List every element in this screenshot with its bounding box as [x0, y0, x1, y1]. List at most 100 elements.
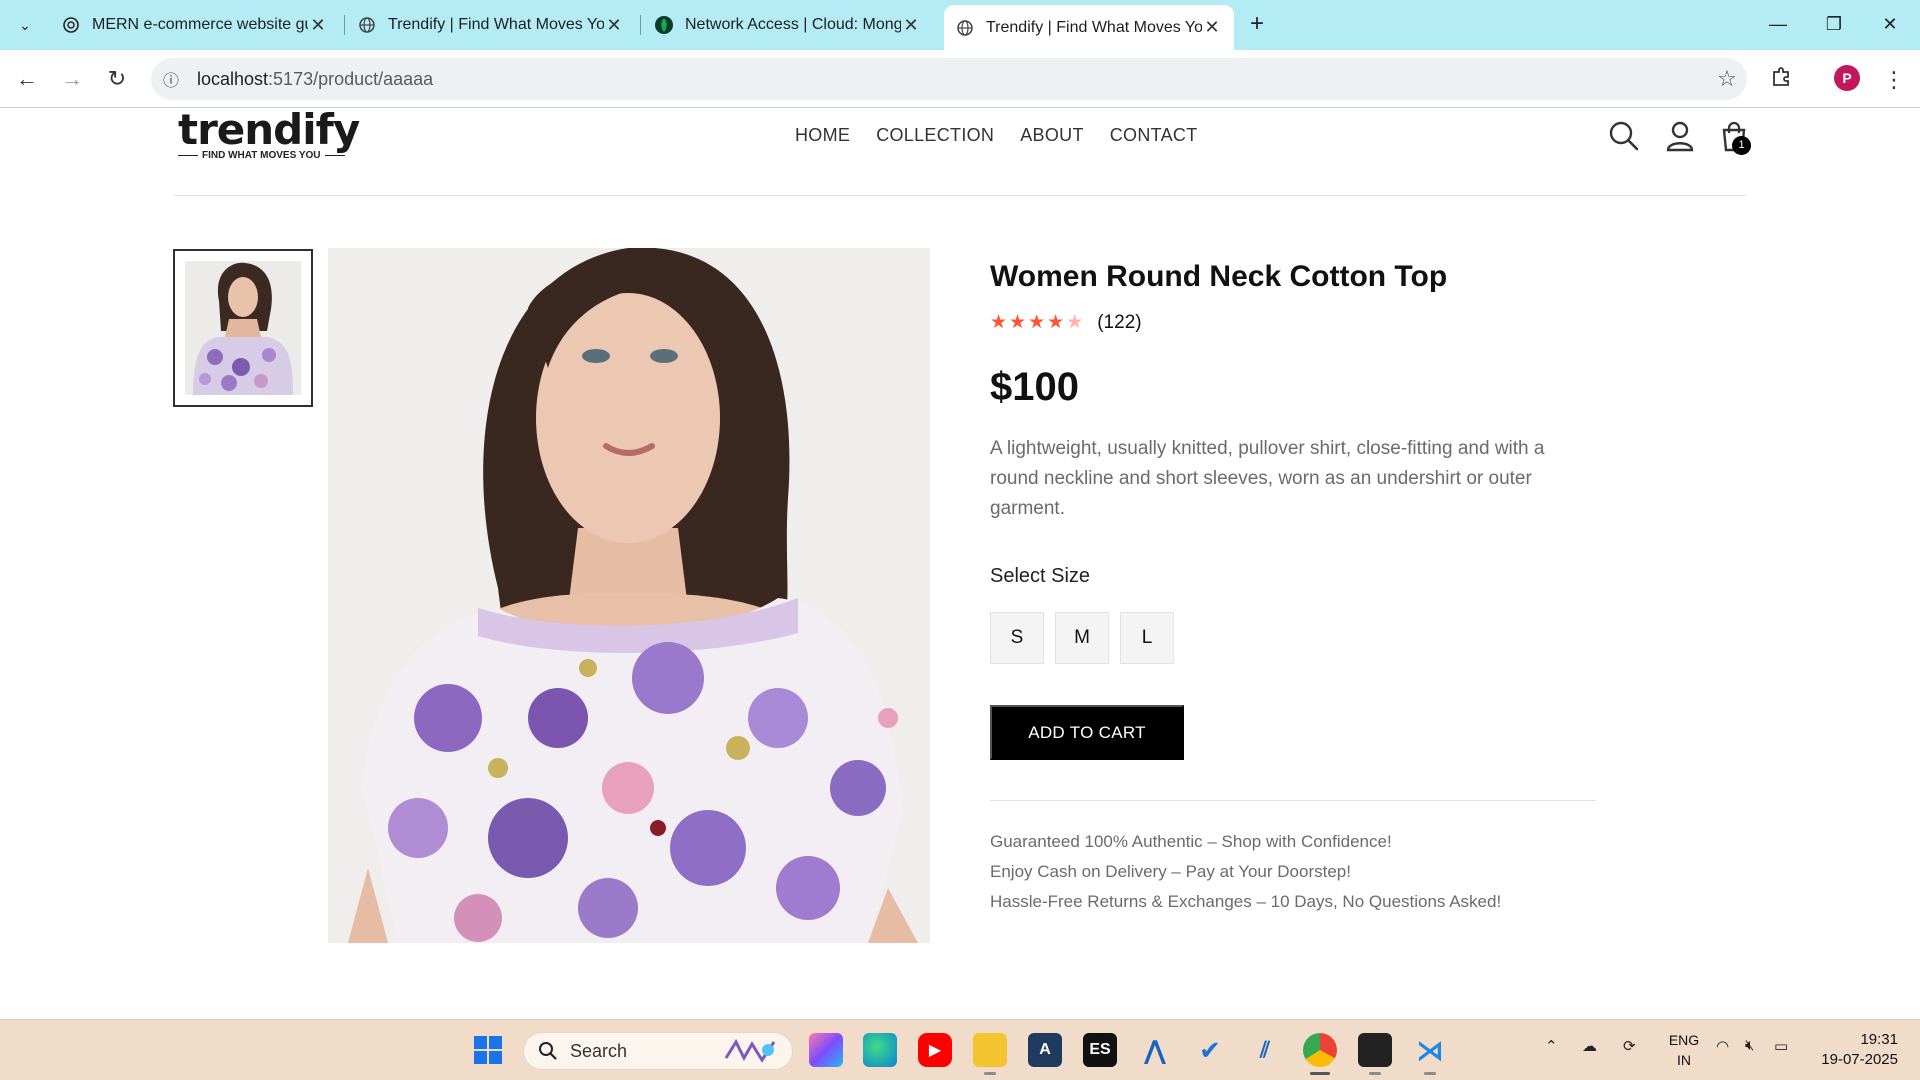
perk-returns: Hassle-Free Returns & Exchanges – 10 Day…: [990, 892, 1502, 911]
site-info-icon[interactable]: ⓘ: [151, 67, 191, 91]
select-size-label: Select Size: [990, 565, 1091, 587]
taskbar-search[interactable]: Search: [523, 1032, 793, 1070]
size-option-s[interactable]: S: [990, 612, 1044, 664]
profile-avatar[interactable]: P: [1834, 65, 1860, 91]
battery-icon[interactable]: ▭: [1774, 1037, 1788, 1055]
rating-count: (122): [1097, 312, 1142, 333]
tab-3[interactable]: Network Access | Cloud: Mongo ✕: [643, 5, 933, 45]
thumbnail-image: [185, 261, 301, 395]
tagline-line: [324, 155, 345, 156]
address-bar[interactable]: ⓘ localhost:5173/product/aaaaa ☆: [151, 58, 1747, 100]
windows-taskbar: Search ▶ A ES ⋀ ✔ ⫽ ⋊ ⌃ ☁ ⟳ ENG IN ◠ 🔇︎ …: [0, 1019, 1920, 1080]
system-clock[interactable]: 19:31 19-07-2025: [1812, 1030, 1898, 1070]
edge-browser-icon[interactable]: [863, 1033, 897, 1067]
star-filled-icon: ★: [1028, 312, 1046, 333]
restore-icon[interactable]: ❐: [1806, 6, 1862, 42]
close-tab-icon[interactable]: ✕: [901, 15, 921, 36]
file-explorer-icon[interactable]: [973, 1033, 1007, 1067]
product-main-image: [328, 248, 930, 943]
running-indicator: [1369, 1072, 1381, 1075]
browser-tab-bar: ⌄ MERN e-commerce website gui ✕ Trendify…: [0, 0, 1920, 50]
tab-title: MERN e-commerce website gui: [92, 16, 308, 33]
tab-title: Trendify | Find What Moves You: [986, 18, 1202, 36]
nav-about[interactable]: ABOUT: [1020, 125, 1084, 146]
logo-tagline: FIND WHAT MOVES YOU: [202, 150, 321, 161]
product-rating: ★ ★ ★ ★ ★ (122): [990, 312, 1142, 334]
close-tab-icon[interactable]: ✕: [308, 15, 328, 36]
star-filled-icon: ★: [990, 312, 1008, 333]
onedrive-cloud-icon[interactable]: ☁: [1582, 1037, 1597, 1055]
chrome-browser-icon[interactable]: [1303, 1033, 1337, 1067]
nav-collection[interactable]: COLLECTION: [876, 125, 994, 146]
globe-icon: [956, 19, 974, 37]
perk-authentic: Guaranteed 100% Authentic – Shop with Co…: [990, 832, 1392, 851]
youtube-icon[interactable]: ▶: [918, 1033, 952, 1067]
reload-icon[interactable]: ↻: [100, 62, 134, 96]
product-title: Women Round Neck Cotton Top: [990, 260, 1448, 293]
tab-4-active[interactable]: Trendify | Find What Moves You ✕: [944, 5, 1234, 50]
url-path: :5173/product/aaaaa: [268, 68, 434, 89]
app-check-icon[interactable]: ✔: [1193, 1033, 1227, 1067]
star-filled-icon: ★: [1009, 312, 1027, 333]
input-language[interactable]: ENG IN: [1664, 1030, 1704, 1070]
language-code: ENG: [1668, 1032, 1700, 1048]
minimize-icon[interactable]: —: [1750, 6, 1806, 42]
forward-arrow-icon[interactable]: →: [55, 62, 89, 96]
wifi-icon[interactable]: ◠: [1716, 1037, 1729, 1055]
tab-1[interactable]: MERN e-commerce website gui ✕: [50, 5, 340, 45]
tab-separator: [344, 15, 345, 35]
url-host: localhost: [197, 68, 269, 89]
extensions-puzzle-icon[interactable]: [1766, 64, 1798, 96]
search-icon[interactable]: [1608, 120, 1640, 152]
header-divider: [173, 195, 1747, 196]
more-menu-icon[interactable]: ⋮: [1878, 64, 1910, 96]
app-chart-icon[interactable]: ⫽: [1248, 1033, 1282, 1067]
app-arrow-icon[interactable]: ⋀: [1138, 1033, 1172, 1067]
add-to-cart-button[interactable]: ADD TO CART: [990, 705, 1184, 760]
product-price: $100: [990, 365, 1079, 409]
speaker-muted-icon[interactable]: 🔇︎: [1745, 1037, 1754, 1054]
search-highlight-icon: [724, 1038, 776, 1063]
size-option-m[interactable]: M: [1055, 612, 1109, 664]
logo-wordmark: trendify: [178, 108, 360, 154]
running-indicator: [1310, 1072, 1330, 1075]
mongodb-leaf-icon: [655, 16, 673, 34]
sync-icon[interactable]: ⟳: [1623, 1037, 1636, 1055]
back-arrow-icon[interactable]: ←: [10, 62, 44, 96]
details-divider: [990, 800, 1596, 801]
close-window-icon[interactable]: ✕: [1862, 6, 1918, 42]
size-option-l[interactable]: L: [1120, 612, 1174, 664]
vscode-icon[interactable]: ⋊: [1413, 1033, 1447, 1067]
taskbar-search-label: Search: [570, 1040, 628, 1061]
site-logo[interactable]: trendify FIND WHAT MOVES YOU: [178, 108, 360, 161]
show-hidden-icons-chevron-icon[interactable]: ⌃: [1545, 1037, 1558, 1055]
running-indicator: [1424, 1072, 1436, 1075]
nav-home[interactable]: HOME: [795, 125, 850, 146]
nav-contact[interactable]: CONTACT: [1110, 125, 1198, 146]
product-perks: Guaranteed 100% Authentic – Shop with Co…: [990, 827, 1501, 917]
browser-toolbar: ← → ↻ ⓘ localhost:5173/product/aaaaa ☆ ⋮: [0, 50, 1920, 108]
tab-separator: [640, 15, 641, 35]
globe-icon: [358, 16, 376, 34]
close-tab-icon[interactable]: ✕: [604, 15, 624, 36]
tab-title: Network Access | Cloud: Mongo: [685, 16, 901, 33]
tagline-line: [178, 155, 198, 156]
running-indicator: [984, 1072, 996, 1075]
windows-start-icon[interactable]: [471, 1033, 505, 1067]
perk-cod: Enjoy Cash on Delivery – Pay at Your Doo…: [990, 862, 1351, 881]
app-icon-dark[interactable]: A: [1028, 1033, 1062, 1067]
bookmark-star-icon[interactable]: ☆: [1707, 66, 1747, 92]
close-tab-icon[interactable]: ✕: [1202, 17, 1222, 38]
tab-2[interactable]: Trendify | Find What Moves You ✕: [346, 5, 636, 45]
product-thumbnail[interactable]: [173, 249, 313, 407]
tab-search-chevron-icon[interactable]: ⌄: [10, 10, 40, 40]
main-nav: HOME COLLECTION ABOUT CONTACT: [795, 125, 1198, 146]
es-app-icon[interactable]: ES: [1083, 1033, 1117, 1067]
tab-title: Trendify | Find What Moves You: [388, 16, 604, 33]
user-profile-icon[interactable]: [1664, 120, 1696, 152]
model-photo: [328, 248, 930, 943]
github-desktop-icon[interactable]: [1358, 1033, 1392, 1067]
copilot-icon[interactable]: [809, 1033, 843, 1067]
new-tab-plus-icon[interactable]: +: [1242, 10, 1272, 40]
url-text[interactable]: localhost:5173/product/aaaaa: [197, 69, 1707, 90]
